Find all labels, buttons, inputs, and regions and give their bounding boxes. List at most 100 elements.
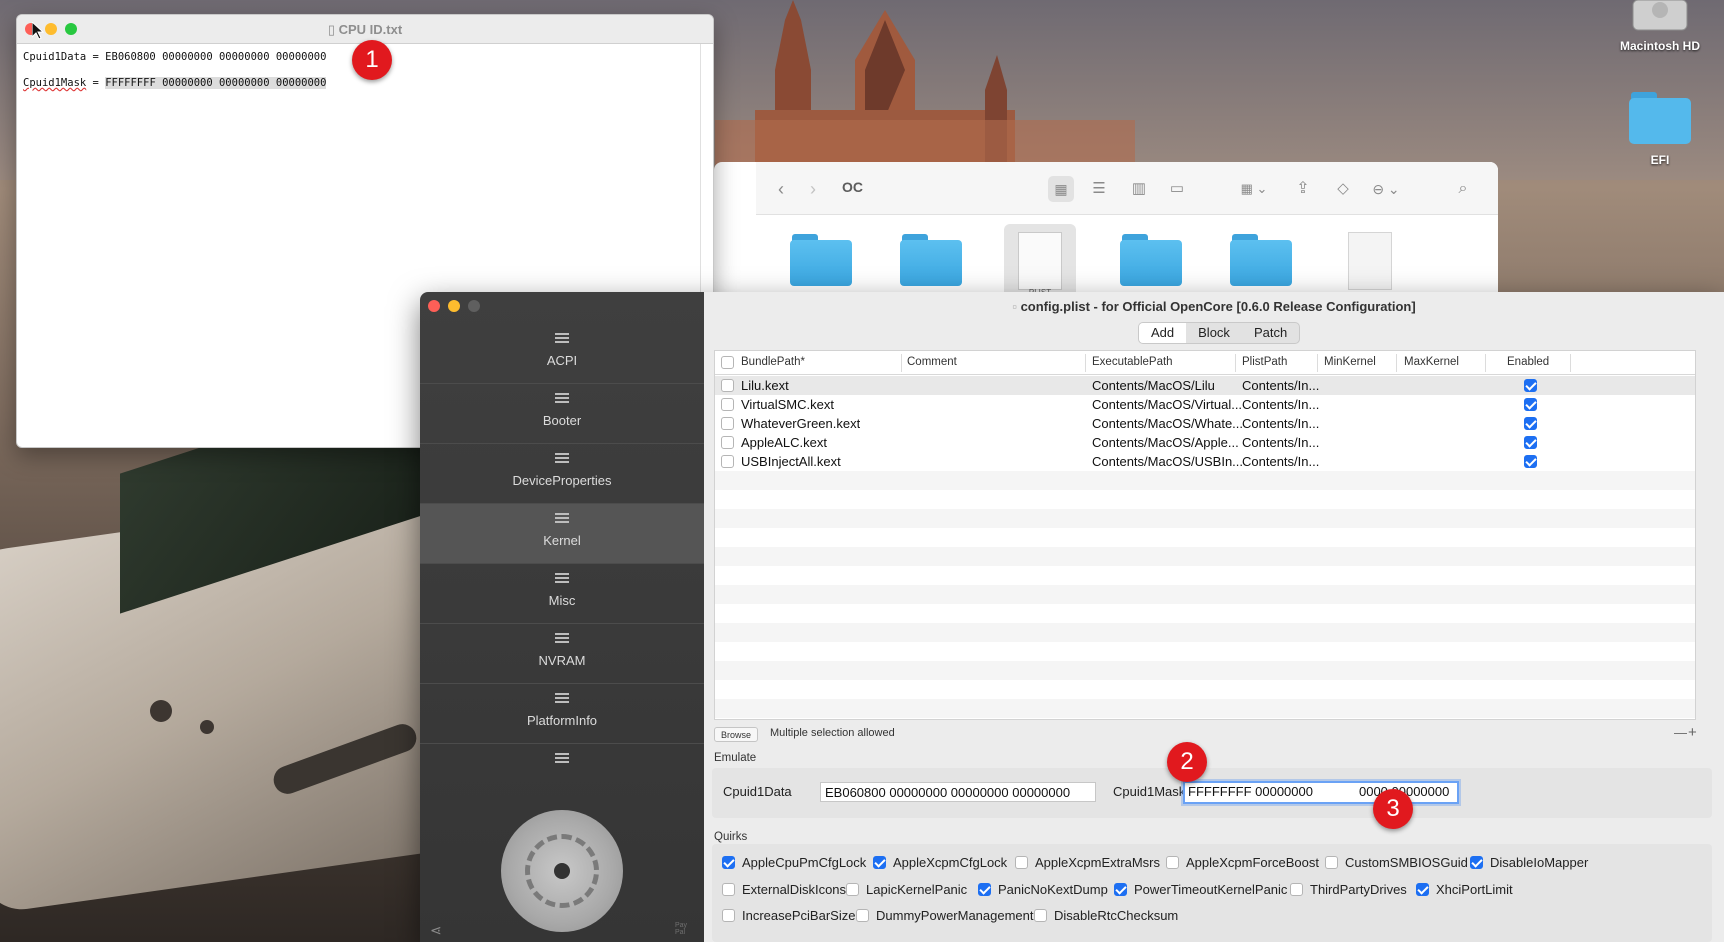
quirk-applecpupmcfglock[interactable]: AppleCpuPmCfgLock [722,855,866,870]
sidebar-item-label: DeviceProperties [512,473,612,488]
tab-block[interactable]: Block [1186,323,1242,343]
checkbox[interactable] [722,883,735,896]
share-icon[interactable]: ⇪ [1290,176,1316,202]
enabled-checkbox[interactable] [1524,455,1537,468]
table-row[interactable]: AppleALC.kext Contents/MacOS/Apple... Co… [715,433,1695,452]
tag-icon[interactable]: ◇ [1330,176,1356,202]
quirk-panicnokextdump[interactable]: PanicNoKextDump [978,882,1108,897]
row-checkbox[interactable] [721,436,734,449]
sidebar-item-booter[interactable]: Booter [420,384,704,444]
empty-row [715,471,1695,490]
checkbox[interactable] [722,856,735,869]
checkbox[interactable] [1166,856,1179,869]
sidebar-item-nvram[interactable]: NVRAM [420,624,704,684]
forward-icon[interactable]: › [800,176,826,202]
quirk-externaldiskicons[interactable]: ExternalDiskIcons [722,882,846,897]
quirk-lapickernelpanic[interactable]: LapicKernelPanic [846,882,967,897]
quirk-dummypowermanagement[interactable]: DummyPowerManagement [856,908,1034,923]
enabled-checkbox[interactable] [1524,379,1537,392]
column-header-minkernel[interactable]: MinKernel [1324,356,1376,368]
row-checkbox[interactable] [721,417,734,430]
share-icon[interactable]: ⋖ [430,922,442,939]
sidebar-item-platforminfo[interactable]: PlatformInfo [420,684,704,744]
close-button[interactable] [428,300,440,312]
quirk-thirdpartydrives[interactable]: ThirdPartyDrives [1290,882,1407,897]
checkbox[interactable] [1416,883,1429,896]
checkbox[interactable] [1015,856,1028,869]
column-header-executablepath[interactable]: ExecutablePath [1092,356,1173,368]
file-icon[interactable] [1348,232,1392,290]
row-checkbox[interactable] [721,455,734,468]
checkbox[interactable] [1470,856,1483,869]
desktop-icon-efi[interactable]: EFI [1610,90,1710,167]
sidebar-item-acpi[interactable]: ACPI [420,324,704,384]
action-icon[interactable]: ⊖ ⌄ [1366,176,1406,202]
checkbox[interactable] [1114,883,1127,896]
row-checkbox[interactable] [721,398,734,411]
quirk-disableiomapper[interactable]: DisableIoMapper [1470,855,1588,870]
folder-icon[interactable] [790,234,852,286]
column-header-comment[interactable]: Comment [907,356,957,368]
checkbox[interactable] [856,909,869,922]
quirk-customsmbiosguid[interactable]: CustomSMBIOSGuid [1325,855,1468,870]
column-header-bundlepath[interactable]: BundlePath* [741,356,805,368]
column-view-icon[interactable]: ▥ [1126,176,1152,202]
quirk-applexcpmextramsrs[interactable]: AppleXcpmExtraMsrs [1015,855,1160,870]
list-view-icon[interactable]: ☰ [1086,176,1112,202]
table-row[interactable]: VirtualSMC.kext Contents/MacOS/Virtual..… [715,395,1695,414]
back-icon[interactable]: ‹ [768,176,794,202]
minimize-button[interactable] [448,300,460,312]
plist-file-icon[interactable]: PLIST [1004,224,1076,302]
cell-executablepath: Contents/MacOS/Whate... [1092,416,1244,431]
zoom-button[interactable] [468,300,480,312]
cpuid1data-input[interactable]: EB060800 00000000 00000000 00000000 [820,782,1096,802]
select-all-checkbox[interactable] [721,356,734,369]
checkbox[interactable] [873,856,886,869]
table-row[interactable]: USBInjectAll.kext Contents/MacOS/USBIn..… [715,452,1695,471]
tab-add[interactable]: Add [1139,323,1187,343]
quirk-applexcpmforceboost[interactable]: AppleXcpmForceBoost [1166,855,1319,870]
quirk-xhciportlimit[interactable]: XhciPortLimit [1416,882,1513,897]
checkbox[interactable] [722,909,735,922]
empty-row [715,623,1695,642]
tab-patch[interactable]: Patch [1242,323,1299,343]
quirk-increasepcibarsize[interactable]: IncreasePciBarSize [722,908,855,923]
icon-view-icon[interactable]: ▦ [1048,176,1074,202]
sidebar-item-kernel[interactable]: Kernel [420,504,704,564]
table-row[interactable]: WhateverGreen.kext Contents/MacOS/Whate.… [715,414,1695,433]
quirk-powertimeoutkernelpanic[interactable]: PowerTimeoutKernelPanic [1114,882,1287,897]
enabled-checkbox[interactable] [1524,436,1537,449]
folder-icon[interactable] [1230,234,1292,286]
column-header-enabled[interactable]: Enabled [1507,356,1549,368]
browse-button[interactable]: Browse [714,727,759,742]
table-row[interactable]: Lilu.kext Contents/MacOS/Lilu Contents/I… [715,376,1695,395]
cpuid1mask-input[interactable]: FFFFFFFF 00000000 0000 00000000 [1183,781,1459,804]
folder-icon[interactable] [900,234,962,286]
cell-plistpath: Contents/In... [1242,397,1320,412]
remove-button[interactable]: — [1674,725,1687,740]
column-header-plistpath[interactable]: PlistPath [1242,356,1287,368]
checkbox[interactable] [1290,883,1303,896]
cell-executablepath: Contents/MacOS/Lilu [1092,378,1215,393]
enabled-checkbox[interactable] [1524,417,1537,430]
textedit-titlebar: ▯ CPU ID.txt [17,15,713,44]
checkbox[interactable] [1325,856,1338,869]
search-icon[interactable]: ⌕ [1450,176,1476,202]
row-checkbox[interactable] [721,379,734,392]
checkbox[interactable] [978,883,991,896]
sidebar-item-deviceproperties[interactable]: DeviceProperties [420,444,704,504]
paypal-label[interactable]: Pay Pal [675,922,695,936]
column-header-maxkernel[interactable]: MaxKernel [1404,356,1459,368]
quirk-applexcpmcfglock[interactable]: AppleXcpmCfgLock [873,855,1007,870]
add-button[interactable]: + [1688,724,1697,741]
group-icon[interactable]: ▦ ⌄ [1234,176,1274,202]
sidebar-item-misc[interactable]: Misc [420,564,704,624]
folder-icon[interactable] [1120,234,1182,286]
checkbox[interactable] [846,883,859,896]
sidebar-item-more[interactable] [420,744,704,804]
gallery-view-icon[interactable]: ▭ [1164,176,1190,202]
desktop-icon-macintosh-hd[interactable]: Macintosh HD [1610,0,1710,53]
quirk-disablertcchecksum[interactable]: DisableRtcChecksum [1034,908,1178,923]
enabled-checkbox[interactable] [1524,398,1537,411]
checkbox[interactable] [1034,909,1047,922]
